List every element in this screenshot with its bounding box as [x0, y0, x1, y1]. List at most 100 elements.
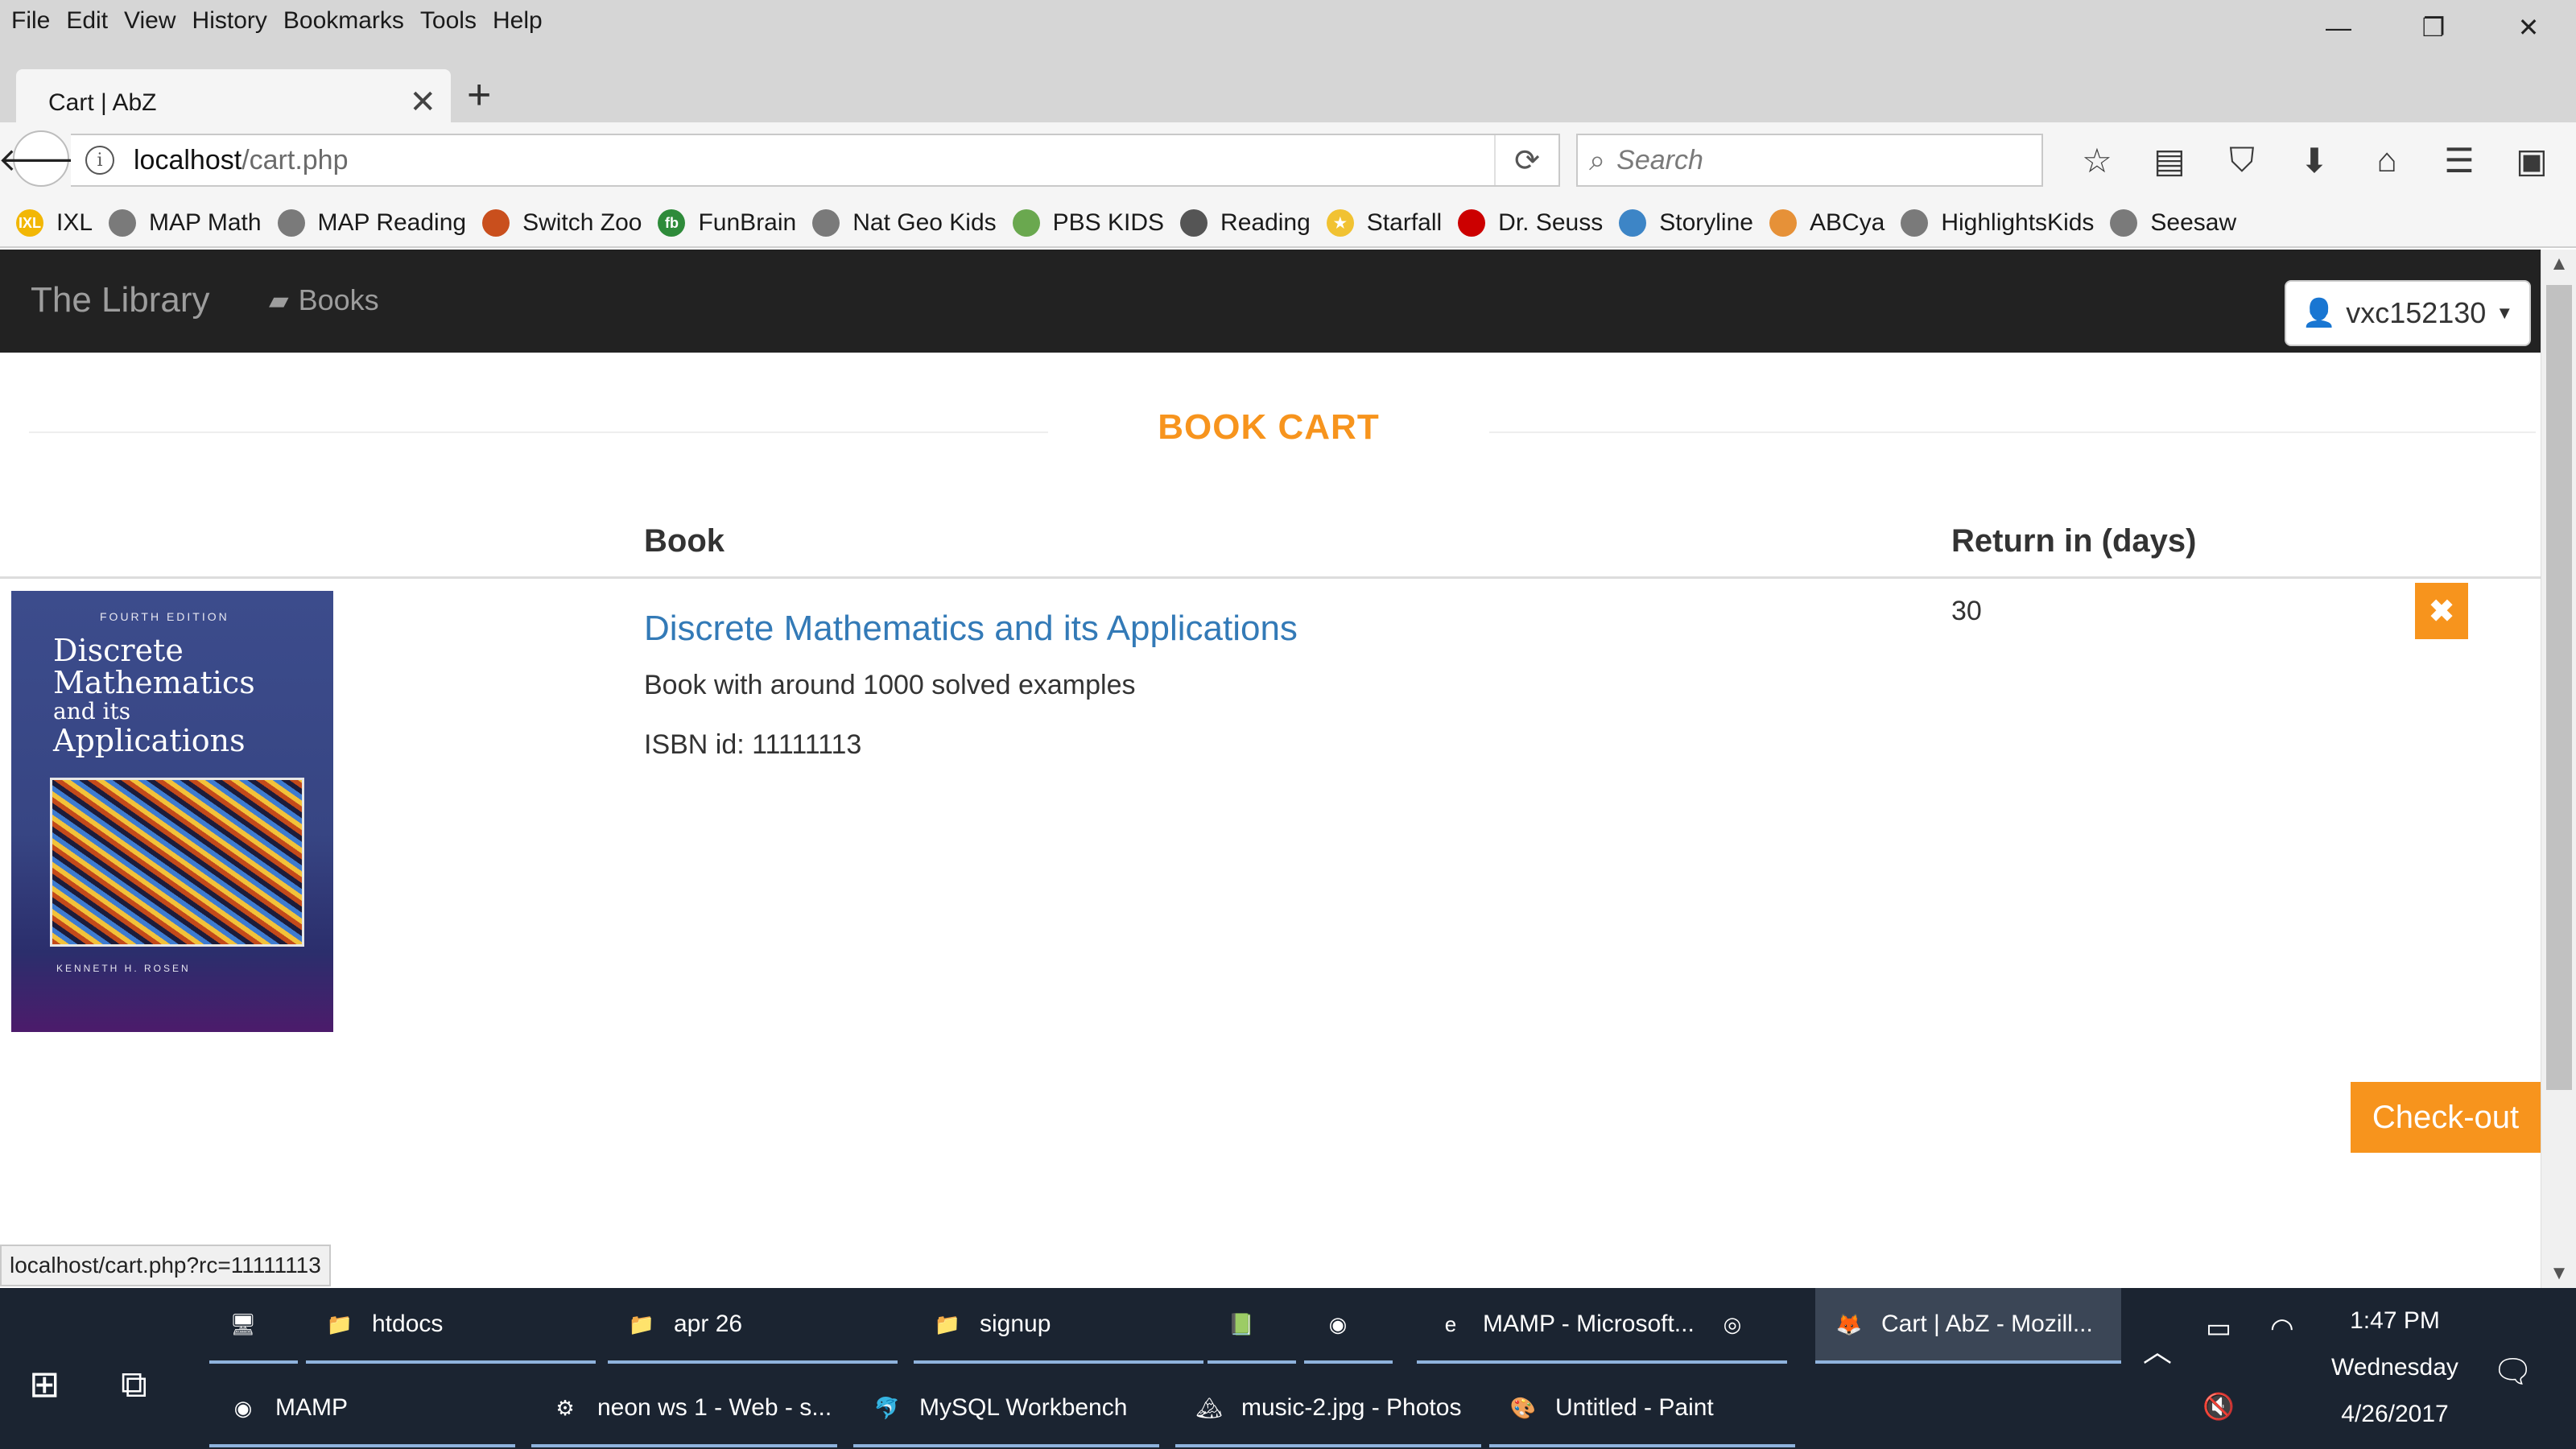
taskbar-running-indicator	[1417, 1360, 1707, 1364]
url-host: localhost	[134, 144, 242, 175]
windows-start-icon[interactable]: ⊞	[29, 1362, 60, 1406]
new-tab-button[interactable]: +	[467, 71, 491, 119]
search-icon: ⌕	[1589, 142, 1606, 176]
taskbar-item[interactable]: 📗	[1208, 1288, 1296, 1360]
taskbar-item[interactable]: ⚙ neon ws 1 - Web - s...	[531, 1372, 837, 1444]
menu-tools[interactable]: Tools	[420, 7, 477, 35]
taskbar-item[interactable]: 📁 htdocs	[306, 1288, 596, 1360]
taskbar-app-icon: 📁	[628, 1311, 655, 1336]
bookmark-star-icon[interactable]: ☆	[2061, 141, 2133, 180]
page-scrollbar[interactable]: ▲ ▼	[2541, 250, 2576, 1288]
taskbar-app-icon: e	[1444, 1311, 1457, 1336]
taskbar-app-icon: ◉	[1328, 1311, 1348, 1336]
taskbar-item[interactable]: 📁 apr 26	[608, 1288, 898, 1360]
task-view-icon[interactable]: ⧉	[121, 1362, 147, 1407]
cover-edition: FOURTH EDITION	[100, 610, 229, 623]
bookmark-item[interactable]: Seesaw	[2110, 209, 2236, 237]
scroll-thumb[interactable]	[2546, 285, 2572, 1090]
bookmark-item[interactable]: Reading	[1180, 209, 1311, 237]
menu-hamburger-icon[interactable]: ☰	[2423, 141, 2496, 180]
user-icon: 👤	[2301, 298, 2337, 328]
scroll-down-icon[interactable]: ▼	[2541, 1262, 2576, 1285]
username: vxc152130	[2346, 296, 2487, 329]
remove-item-button[interactable]: ✖	[2415, 583, 2468, 639]
taskbar-item-label: MAMP - Microsoft...	[1483, 1311, 1695, 1337]
bookmark-item[interactable]: fb FunBrain	[658, 209, 796, 237]
site-brand[interactable]: The Library	[31, 280, 210, 320]
taskbar-item[interactable]: 🐬 MySQL Workbench	[853, 1372, 1159, 1444]
taskbar-app-icon: 📗	[1228, 1311, 1255, 1336]
checkout-button[interactable]: Check-out	[2351, 1082, 2541, 1153]
battery-icon[interactable]: ▭	[2206, 1312, 2231, 1344]
wifi-icon[interactable]: ◠	[2270, 1312, 2294, 1344]
bookmark-label: Switch Zoo	[522, 209, 642, 236]
taskbar-item[interactable]: e MAMP - Microsoft...	[1417, 1288, 1707, 1360]
reading-list-icon[interactable]: ▤	[2133, 141, 2206, 180]
menu-bookmarks[interactable]: Bookmarks	[283, 7, 404, 35]
bookmark-item[interactable]: MAP Reading	[277, 209, 466, 237]
column-header-return: Return in (days)	[1951, 523, 2197, 559]
taskbar-running-indicator	[1304, 1360, 1393, 1364]
volume-muted-icon[interactable]: 🔇	[2202, 1391, 2235, 1422]
taskbar-running-indicator	[1815, 1360, 2121, 1364]
bookmark-item[interactable]: MAP Math	[109, 209, 262, 237]
bookmark-label: Starfall	[1366, 209, 1443, 236]
bookmark-label: FunBrain	[698, 209, 797, 236]
taskbar-item[interactable]: ◉ MAMP	[209, 1372, 515, 1444]
bookmark-item[interactable]: Storyline	[1619, 209, 1753, 237]
taskbar-item-label: Cart | AbZ - Mozill...	[1881, 1311, 2093, 1337]
taskbar-item[interactable]: 🎨 Untitled - Paint	[1489, 1372, 1795, 1444]
bookmark-favicon-icon	[2110, 209, 2138, 237]
menu-file[interactable]: File	[11, 7, 50, 35]
home-icon[interactable]: ⌂	[2351, 141, 2423, 180]
taskbar-app-icon: 📁	[934, 1311, 961, 1336]
menu-view[interactable]: View	[124, 7, 175, 35]
taskbar-app-icon: 🐬	[873, 1395, 901, 1420]
tab-close-icon[interactable]: ✕	[409, 84, 436, 121]
bookmark-item[interactable]: HighlightsKids	[1901, 209, 2094, 237]
url-bar[interactable]: i localhost/cart.php ⟳	[71, 134, 1560, 187]
bookmark-item[interactable]: PBS KIDS	[1012, 209, 1165, 237]
taskbar-item-label: signup	[980, 1311, 1051, 1337]
bookmark-item[interactable]: ★ Starfall	[1326, 209, 1443, 237]
bookmark-item[interactable]: Nat Geo Kids	[812, 209, 997, 237]
book-title-link[interactable]: Discrete Mathematics and its Application…	[644, 609, 1298, 649]
menu-edit[interactable]: Edit	[66, 7, 108, 35]
book-isbn: ISBN id: 11111113	[644, 729, 862, 760]
scroll-up-icon[interactable]: ▲	[2541, 253, 2576, 275]
taskbar-item[interactable]: 🏔 music-2.jpg - Photos	[1175, 1372, 1481, 1444]
bookmark-label: HighlightsKids	[1941, 209, 2095, 236]
bookmark-label: PBS KIDS	[1052, 209, 1165, 236]
download-icon[interactable]: ⬇	[2278, 141, 2351, 180]
menu-history[interactable]: History	[192, 7, 267, 35]
taskbar-app-icon: 🏔	[1195, 1395, 1223, 1420]
site-info-icon[interactable]: i	[85, 146, 114, 175]
page-title: BOOK CART	[1158, 407, 1380, 447]
bookmark-label: ABCya	[1809, 209, 1885, 236]
tray-expand-icon[interactable]: ︿	[2143, 1328, 2172, 1370]
menu-help[interactable]: Help	[493, 7, 543, 35]
notification-icon[interactable]: 🗨	[2492, 1352, 2533, 1390]
bookmark-item[interactable]: Dr. Seuss	[1458, 209, 1603, 237]
cover-title-line: Applications	[53, 723, 246, 758]
taskbar-running-indicator	[914, 1360, 1203, 1364]
clock-time[interactable]: 1:47 PM	[2318, 1307, 2471, 1335]
taskbar-item[interactable]: 🦊 Cart | AbZ - Mozill...	[1815, 1288, 2121, 1360]
books-nav-link[interactable]: ▰ Books	[269, 283, 379, 317]
taskbar-item[interactable]: ◎	[1699, 1288, 1787, 1360]
clock-day[interactable]: Wednesday	[2318, 1354, 2471, 1381]
search-input[interactable]: ⌕ Search	[1576, 134, 2043, 187]
bookmark-item[interactable]: IXL IXL	[16, 209, 93, 237]
taskbar-item[interactable]: 🖥	[209, 1288, 298, 1360]
pocket-icon[interactable]: ⛉	[2206, 141, 2278, 180]
taskbar-item[interactable]: ◉	[1304, 1288, 1393, 1360]
bookmark-item[interactable]: ABCya	[1769, 209, 1885, 237]
reload-icon[interactable]: ⟳	[1494, 135, 1558, 185]
taskbar-item[interactable]: 📁 signup	[914, 1288, 1203, 1360]
bookmark-item[interactable]: Switch Zoo	[482, 209, 642, 237]
user-dropdown-button[interactable]: 👤 vxc152130 ▼	[2285, 280, 2531, 346]
extension-icon[interactable]: ▣	[2496, 141, 2568, 180]
taskbar-app-icon: ◉	[233, 1395, 253, 1420]
clock-date[interactable]: 4/26/2017	[2318, 1401, 2471, 1428]
back-button[interactable]: 🡐	[0, 130, 85, 187]
